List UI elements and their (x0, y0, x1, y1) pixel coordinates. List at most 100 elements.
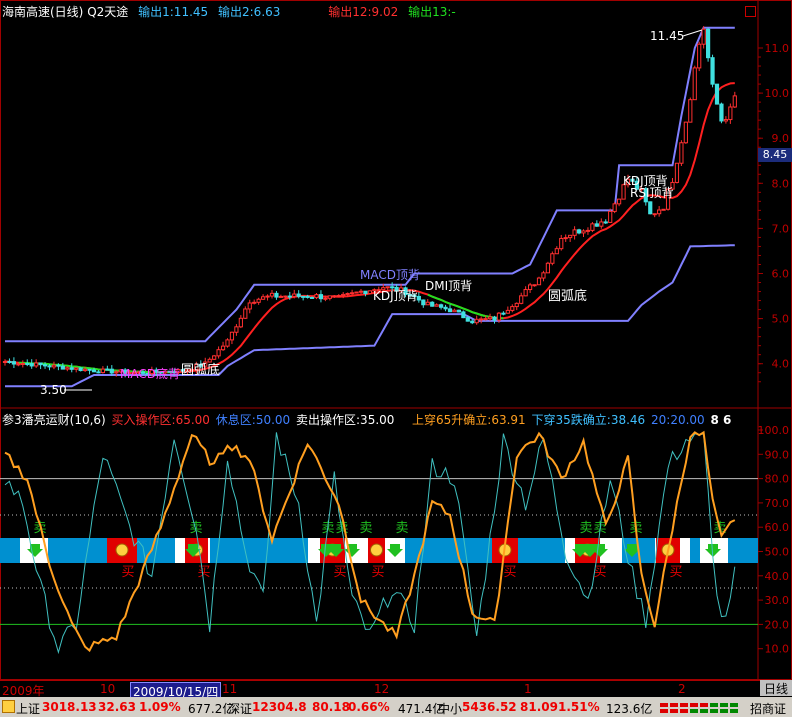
candle-down (447, 308, 453, 313)
candle-up (496, 312, 502, 321)
ind-axis-label: 100.0 (758, 424, 790, 437)
up-cross-label: 上穿65升确立:63.91 (412, 413, 526, 427)
buy-label: 买 (669, 565, 682, 580)
ma-line (4, 82, 735, 374)
candle-down (714, 83, 720, 105)
candle-up (572, 229, 577, 236)
ind-axis-label: 80.0 (765, 473, 790, 486)
ind-axis-label: 90.0 (765, 448, 790, 461)
sh-name[interactable]: 上证 (16, 700, 40, 717)
sz-price: 12304.8 (252, 700, 307, 714)
candle-up (652, 213, 657, 216)
candle-up (581, 230, 586, 234)
candle-up (559, 237, 564, 250)
candle-up (345, 292, 350, 295)
sz-name[interactable]: 深证 (228, 700, 252, 717)
candle-up (2, 360, 8, 363)
candle-up (336, 295, 341, 298)
candle-up (563, 237, 568, 240)
zx-vol: 123.6亿 (606, 702, 653, 716)
status-bar: 上证 3018.13 32.63 1.09% 677.2亿 深证 12304.8… (0, 697, 792, 717)
candle-up (674, 162, 680, 183)
candle-up (269, 292, 275, 297)
candle-up (207, 358, 212, 363)
kdj-top2-label: KDJ顶背 (373, 289, 418, 303)
candle-up (528, 284, 533, 291)
close-icon[interactable] (745, 6, 756, 17)
buy-label: 买 (197, 565, 210, 580)
sz-change: 80.18 (312, 700, 350, 714)
candle-up (590, 223, 595, 231)
lower-band-line (5, 244, 735, 388)
high-price-label: 11.45 (650, 29, 684, 43)
broker-name[interactable]: 招商证 (750, 700, 786, 717)
candle-up (238, 317, 243, 328)
date-month-1: 1 (524, 682, 532, 696)
buy-label: 买 (333, 565, 346, 580)
candle-up (701, 28, 706, 45)
candle-up (550, 253, 555, 264)
candle-down (109, 368, 114, 374)
candle-down (416, 295, 421, 301)
candle-up (545, 262, 550, 274)
candle-up (732, 95, 737, 108)
buy-label: 买 (371, 565, 384, 580)
ind-axis-label: 60.0 (765, 521, 790, 534)
candle-down (443, 306, 448, 310)
round-bottom-label: 圆弧底 (548, 288, 587, 304)
extra-label1: 20:20.00 (651, 413, 705, 427)
down-cross-label: 下穿35跌确立:38.46 (531, 413, 646, 427)
candle-down (363, 290, 368, 295)
ind-axis-label: 70.0 (765, 497, 790, 510)
candle-up (554, 248, 559, 255)
market-icon[interactable] (2, 700, 15, 713)
candle-up (532, 284, 537, 287)
candle-up (83, 368, 88, 372)
candle-up (292, 293, 297, 297)
sell-label: 卖 (579, 521, 592, 536)
date-month-2: 2 (678, 682, 686, 696)
candle-up (212, 355, 217, 360)
low-price-label: 3.50 (40, 383, 67, 397)
indicator-name[interactable]: Q2天途 (87, 5, 128, 19)
candle-down (492, 316, 497, 321)
price-axis-label: 9.0 (772, 132, 790, 145)
candle-up (514, 302, 519, 308)
candle-up (434, 304, 439, 307)
candle-down (603, 221, 608, 224)
candle-down (25, 362, 30, 365)
price-axis-label: 4.0 (772, 358, 790, 371)
candle-down (42, 364, 48, 367)
candle-down (461, 311, 466, 319)
candle-up (327, 295, 332, 299)
candle-up (599, 221, 604, 227)
period-button[interactable]: 日线 (760, 680, 792, 696)
candle-up (723, 119, 728, 122)
stock-title[interactable]: 海南高速(日线) (2, 5, 83, 19)
candle-up (541, 272, 546, 279)
candle-up (16, 363, 21, 366)
candle-down (465, 317, 470, 322)
macd-top-label: MACD顶背 (360, 268, 420, 282)
candle-down (421, 299, 426, 306)
high-price-pointer (682, 29, 703, 37)
candle-up (510, 306, 515, 311)
ind-axis-label: 20.0 (765, 618, 790, 631)
zx-name[interactable]: 中小 (438, 700, 462, 717)
buy-label: 买 (121, 565, 134, 580)
zx-pct: 1.51% (558, 700, 600, 714)
sz-pct: 0.66% (348, 700, 390, 714)
candle-up (479, 318, 484, 321)
candle-up (683, 121, 688, 144)
candle-down (7, 360, 12, 363)
candle-down (105, 368, 110, 371)
candle-down (296, 293, 301, 297)
indicator-panel-name[interactable]: 参3潘亮运财(10,6) (2, 413, 106, 427)
date-axis-bar: 2009年 10 2009/10/15/四 11 12 1 2 (0, 680, 792, 701)
candle-down (38, 362, 43, 366)
candle-up (74, 367, 79, 370)
candle-down (78, 367, 83, 372)
price-axis-label: 7.0 (772, 222, 790, 235)
candle-up (100, 368, 106, 374)
date-month-10: 10 (100, 682, 116, 696)
